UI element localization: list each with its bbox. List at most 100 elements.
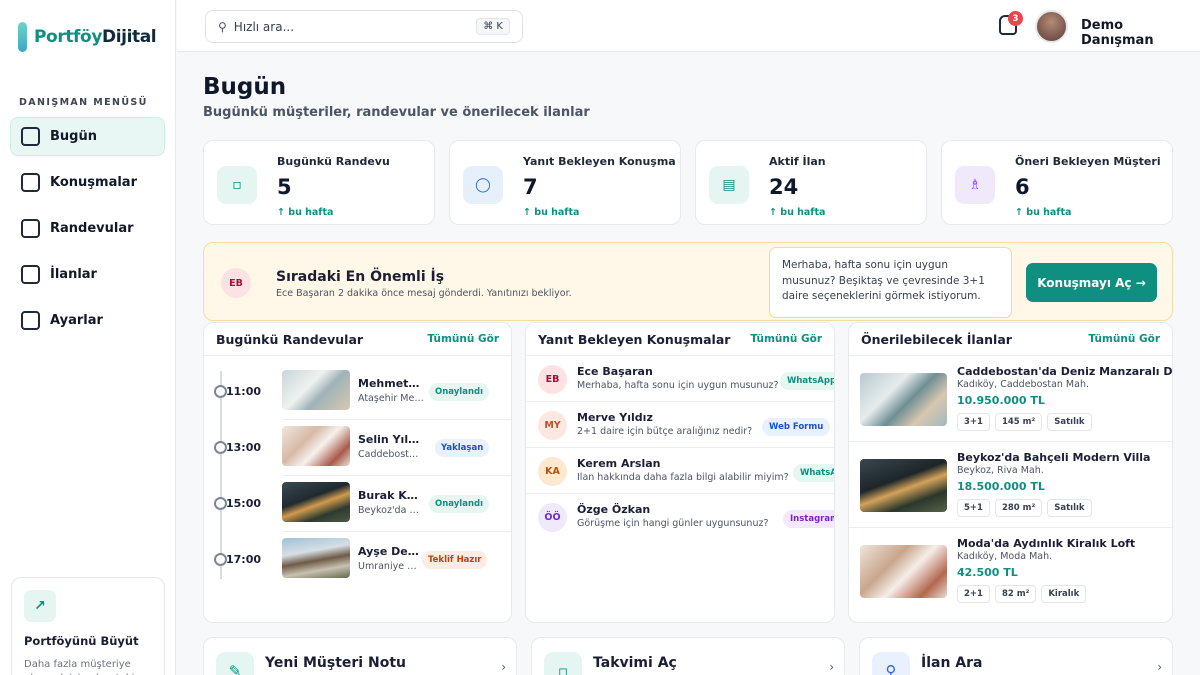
promo-text: Daha fazla müşteriye ulaşmak için akışı … (24, 659, 141, 675)
square-icon (21, 265, 40, 284)
shortcut-badge: ⌘ K (476, 18, 510, 35)
chevron-right-icon: › (829, 660, 834, 674)
tag: 82 m² (994, 585, 1037, 603)
stat-label: Bugünkü Randevu (277, 155, 390, 168)
property-thumbnail (282, 426, 350, 466)
stat-label: Yanıt Bekleyen Konuşma (523, 155, 676, 168)
avatar: EB (221, 268, 251, 298)
search-input[interactable]: ⚲ Hızlı ara... ⌘ K (205, 10, 523, 43)
stat-card-appointments[interactable]: ▫ Bugünkü Randevu 5 ↑ bu hafta (203, 140, 435, 225)
avatar: MY (538, 411, 567, 440)
appointment-item[interactable]: 15:00 Burak Karaca Beykoz'da Villa Onayl… (214, 475, 506, 531)
client-name: Selin Yılmaz (358, 433, 422, 446)
tag: 3+1 (957, 413, 990, 431)
appointment-time: 13:00 (226, 441, 262, 454)
listing-price: 10.950.000 TL (957, 394, 1045, 407)
conversations-panel: Yanıt Bekleyen Konuşmalar Tümünü Gör EB … (525, 322, 835, 623)
listing-price: 42.500 TL (957, 566, 1018, 579)
stat-delta: ↑ bu hafta (523, 207, 580, 218)
promo-card[interactable]: ↗ Portföyünü Büyüt Daha fazla müşteriye … (11, 577, 165, 675)
search-icon: ⚲ (218, 19, 227, 34)
notification-badge: 3 (1008, 11, 1023, 26)
sidebar-item-konusmalar[interactable]: Konuşmalar (10, 163, 165, 202)
chevron-right-icon: › (501, 660, 506, 674)
avatar: EB (538, 365, 567, 394)
client-name: Ayşe Demir (358, 545, 422, 558)
message-preview: 2+1 daire için bütçe aralığınız nedir? (577, 426, 753, 437)
appointment-item[interactable]: 13:00 Selin Yılmaz Caddebostan Mah. Yakl… (214, 419, 506, 475)
listing-tags: 3+1 145 m² Satılık (957, 413, 1092, 431)
avatar[interactable] (1035, 10, 1068, 43)
listing-title: Beykoz'da Bahçeli Modern Villa (957, 451, 1151, 464)
sidebar-item-bugun[interactable]: Bugün (10, 117, 165, 156)
stat-value: 6 (1015, 175, 1030, 199)
view-all-link[interactable]: Tümünü Gör (750, 333, 822, 345)
urgent-title: Sıradaki En Önemli İş (276, 269, 445, 285)
property-thumbnail (860, 545, 947, 598)
logo-mark-icon (18, 22, 27, 52)
listing-location: Beykoz, Riva Mah. (957, 465, 1044, 476)
logo[interactable]: PortföyDijital (18, 22, 157, 52)
status-badge: Onaylandı (429, 495, 489, 513)
search-listing-button[interactable]: ⚲ İlan Ara › (859, 637, 1173, 675)
status-badge: Yaklaşan (435, 439, 490, 457)
promo-title: Portföyünü Büyüt (24, 634, 139, 648)
chat-icon: ◯ (463, 166, 503, 204)
trend-arrow-icon: ↗ (24, 590, 56, 622)
sidebar-item-randevular[interactable]: Randevular (10, 209, 165, 248)
appointment-item[interactable]: 11:00 Mehmet Kaya Ataşehir Merkez Onayla… (214, 363, 506, 419)
view-all-link[interactable]: Tümünü Gör (427, 333, 499, 345)
appointment-item[interactable]: 17:00 Ayşe Demir Ümraniye Merkez Teklif … (214, 531, 506, 587)
sidebar-menu: Bugün Konuşmalar Randevular İlanlar Ayar… (10, 117, 165, 347)
tag: 5+1 (957, 499, 990, 517)
appointment-location: Ümraniye Merkez (358, 561, 424, 572)
appointment-location: Ataşehir Merkez (358, 393, 424, 404)
chevron-right-icon: › (1157, 660, 1162, 674)
message-preview: İlan hakkında daha fazla bilgi alabilir … (577, 472, 789, 483)
stat-label: Aktif İlan (769, 155, 826, 168)
conversation-item[interactable]: EB Ece Başaran Merhaba, hafta sonu için … (526, 356, 834, 402)
appointment-location: Caddebostan Mah. (358, 449, 424, 460)
listings-panel: Önerilebilecek İlanlar Tümünü Gör Caddeb… (848, 322, 1173, 623)
conversation-item[interactable]: ÖÖ Özge Özkan Görüşme için hangi günler … (526, 494, 834, 540)
stat-delta: ↑ bu hafta (769, 207, 826, 218)
new-client-note-button[interactable]: ✎ Yeni Müşteri Notu › (203, 637, 517, 675)
source-badge: Instagram (783, 510, 834, 528)
menu-title: DANIŞMAN MENÜSÜ (19, 97, 148, 108)
pencil-icon: ✎ (216, 652, 254, 675)
stat-value: 5 (277, 175, 292, 199)
action-label: Takvimi Aç (593, 655, 677, 671)
panel-title: Önerilebilecek İlanlar (861, 331, 1012, 347)
square-icon (21, 173, 40, 192)
appointment-time: 15:00 (226, 497, 262, 510)
conversation-item[interactable]: KA Kerem Arslan İlan hakkında daha fazla… (526, 448, 834, 494)
urgent-task-card: EB Sıradaki En Önemli İş Ece Başaran 2 d… (203, 242, 1173, 321)
tag: 145 m² (994, 413, 1043, 431)
panel-title: Yanıt Bekleyen Konuşmalar (538, 331, 731, 347)
stat-card-conversations[interactable]: ◯ Yanıt Bekleyen Konuşma 7 ↑ bu hafta (449, 140, 681, 225)
topbar: ⚲ Hızlı ara... ⌘ K 3 Demo Danışman (177, 0, 1200, 52)
message-preview: Görüşme için hangi günler uygunsunuz? (577, 518, 769, 529)
listing-title: Caddebostan'da Deniz Manzaralı Daire (957, 365, 1173, 378)
square-icon (21, 127, 40, 146)
view-all-link[interactable]: Tümünü Gör (1088, 333, 1160, 345)
stat-card-clients[interactable]: ♗ Öneri Bekleyen Müşteri 6 ↑ bu hafta (941, 140, 1173, 225)
contact-name: Özge Özkan (577, 503, 651, 516)
tag: 280 m² (994, 499, 1043, 517)
listing-item[interactable]: Caddebostan'da Deniz Manzaralı Daire Kad… (849, 356, 1173, 442)
listing-item[interactable]: Beykoz'da Bahçeli Modern Villa Beykoz, R… (849, 442, 1172, 528)
conversation-item[interactable]: MY Merve Yıldız 2+1 daire için bütçe ara… (526, 402, 834, 448)
user-name[interactable]: Demo Danışman (1081, 18, 1200, 48)
open-calendar-button[interactable]: ▫ Takvimi Aç › (531, 637, 845, 675)
tag: Satılık (1047, 499, 1092, 517)
stat-card-listings[interactable]: ▤ Aktif İlan 24 ↑ bu hafta (695, 140, 927, 225)
client-name: Mehmet Kaya (358, 377, 422, 390)
sidebar-item-ayarlar[interactable]: Ayarlar (10, 301, 165, 340)
sidebar-item-ilanlar[interactable]: İlanlar (10, 255, 165, 294)
stats-row: ▫ Bugünkü Randevu 5 ↑ bu hafta ◯ Yanıt B… (203, 140, 1173, 225)
search-placeholder: Hızlı ara... (233, 19, 295, 34)
stat-label: Öneri Bekleyen Müşteri (1015, 155, 1161, 168)
open-conversation-button[interactable]: Konuşmayı Aç → (1026, 263, 1157, 302)
listing-item[interactable]: Moda'da Aydınlık Kiralık Loft Kadıköy, M… (849, 528, 1172, 614)
page-subtitle: Bugünkü müşteriler, randevular ve öneril… (203, 105, 590, 120)
